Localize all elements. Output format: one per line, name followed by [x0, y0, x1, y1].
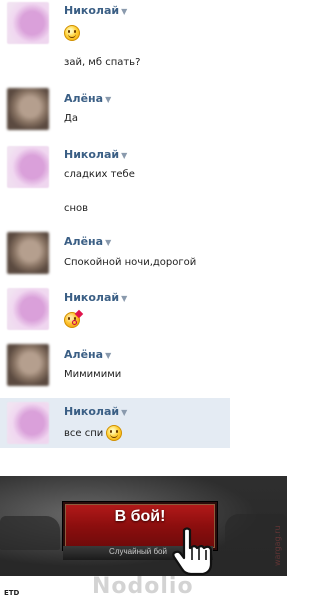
- avatar[interactable]: [7, 232, 49, 274]
- dropdown-arrow-icon[interactable]: ▼: [105, 95, 111, 104]
- author-name[interactable]: Николай ▼: [64, 148, 127, 161]
- dropdown-arrow-icon[interactable]: ▼: [121, 151, 127, 160]
- dropdown-arrow-icon[interactable]: ▼: [105, 238, 111, 247]
- author-name[interactable]: Алёна ▼: [64, 348, 111, 361]
- chat-history: Николай ▼ зай, мб спать? Алёна ▼ Да Никола…: [0, 0, 287, 462]
- message-text: Да: [64, 113, 78, 124]
- author-name[interactable]: Николай ▼: [64, 405, 127, 418]
- tank-silhouette-left: [0, 516, 60, 550]
- dropdown-arrow-icon[interactable]: ▼: [121, 294, 127, 303]
- message-block: Николай ▼: [0, 288, 230, 334]
- hand-cursor-icon: [172, 527, 213, 576]
- message-block: зай, мб спать?: [0, 48, 230, 72]
- avatar[interactable]: [7, 344, 49, 386]
- side-watermark: wargag.ru: [273, 525, 282, 566]
- avatar[interactable]: [7, 402, 49, 444]
- avatar[interactable]: [7, 2, 49, 44]
- author-name[interactable]: Николай ▼: [64, 291, 127, 304]
- smile-emoji-icon: [106, 425, 123, 441]
- message-block: снов: [0, 196, 230, 220]
- message-text: [64, 309, 84, 328]
- message-block: Алёна ▼ Мимимими: [0, 344, 230, 390]
- message-block: Алёна ▼ Да: [0, 88, 230, 134]
- message-block-highlighted[interactable]: Николай ▼ все спи: [0, 398, 230, 448]
- dropdown-arrow-icon[interactable]: ▼: [121, 408, 127, 417]
- corner-tag: ETD: [4, 589, 20, 597]
- kiss-emoji-icon: [64, 309, 84, 328]
- author-name[interactable]: Николай ▼: [64, 4, 127, 17]
- message-block: Николай ▼ сладких тебе: [0, 146, 230, 192]
- message-block: Алёна ▼ Спокойной ночи,дорогой: [0, 232, 230, 278]
- message-text: сладких тебе: [64, 169, 135, 180]
- dropdown-arrow-icon[interactable]: ▼: [105, 351, 111, 360]
- message-block: Николай ▼: [0, 0, 230, 46]
- avatar[interactable]: [7, 288, 49, 330]
- avatar[interactable]: [7, 146, 49, 188]
- smile-emoji-icon: [64, 25, 80, 41]
- message-text: все спи: [64, 425, 123, 441]
- author-name[interactable]: Алёна ▼: [64, 92, 111, 105]
- dropdown-arrow-icon[interactable]: ▼: [121, 7, 127, 16]
- avatar[interactable]: [7, 88, 49, 130]
- message-text: зай, мб спать?: [64, 57, 141, 68]
- game-banner: В бой! Случайный бой wargag.ru: [0, 476, 287, 576]
- message-text: Мимимими: [64, 369, 122, 380]
- message-text: снов: [64, 203, 89, 214]
- author-name[interactable]: Алёна ▼: [64, 235, 111, 248]
- battle-button-label: В бой!: [114, 508, 166, 525]
- message-text: Спокойной ночи,дорогой: [64, 257, 197, 268]
- watermark: Nodolio: [92, 574, 194, 599]
- message-text: [64, 25, 80, 41]
